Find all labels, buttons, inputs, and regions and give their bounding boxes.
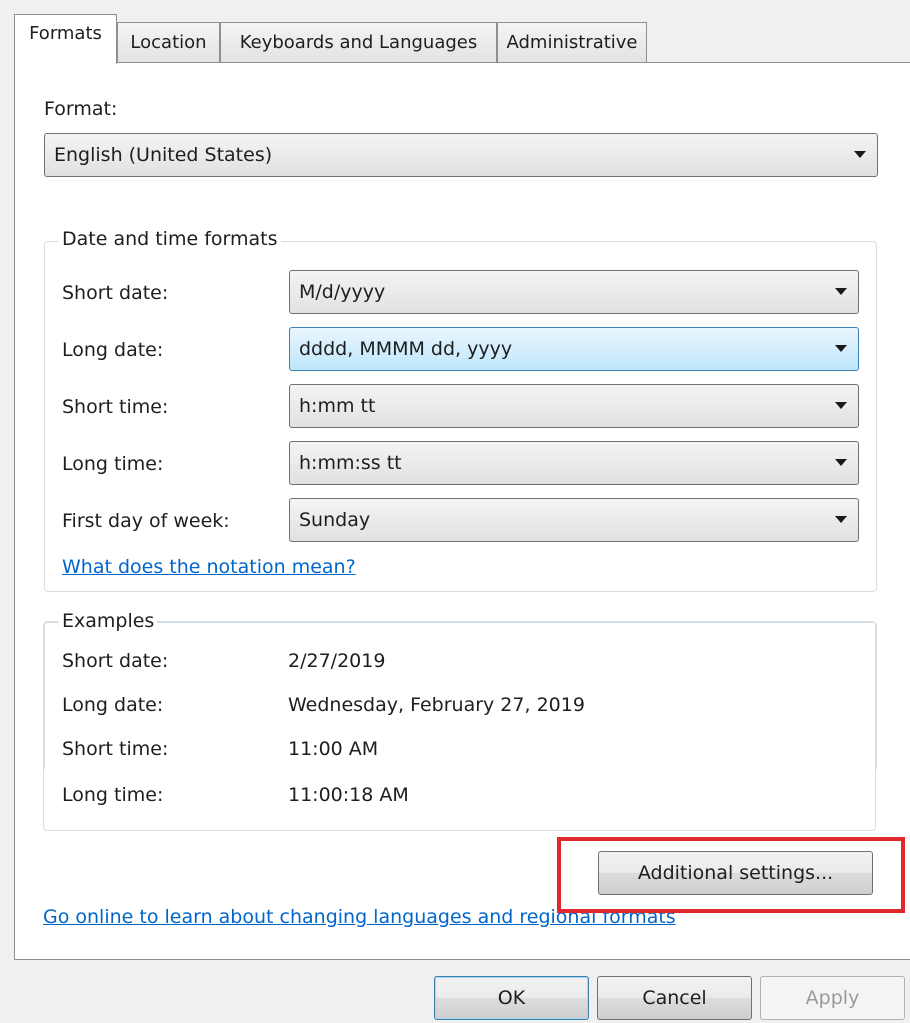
long-time-label: Long time: [62,453,164,475]
first-day-value: Sunday [299,509,371,531]
apply-button[interactable]: Apply [760,976,905,1020]
ok-button[interactable]: OK [434,976,589,1020]
tab-location[interactable]: Location [117,22,220,62]
short-time-dropdown[interactable]: h:mm tt [289,384,859,428]
highlight-box [557,837,905,913]
short-date-label: Short date: [62,282,169,304]
short-time-label: Short time: [62,396,169,418]
examples-title: Examples [59,610,158,632]
chevron-down-icon [835,516,847,523]
short-date-value: M/d/yyyy [299,281,386,303]
long-time-dropdown[interactable]: h:mm:ss tt [289,441,859,485]
chevron-down-icon [835,288,847,295]
example-long-date-label: Long date: [62,694,164,716]
long-time-value: h:mm:ss tt [299,452,402,474]
tab-administrative[interactable]: Administrative [497,22,647,62]
chevron-down-icon [835,459,847,466]
tab-keyboards-and-languages[interactable]: Keyboards and Languages [220,22,497,62]
chevron-down-icon [835,345,847,352]
first-day-dropdown[interactable]: Sunday [289,498,859,542]
chevron-down-icon [835,402,847,409]
format-dropdown[interactable]: English (United States) [44,133,878,177]
example-long-date-value: Wednesday, February 27, 2019 [288,694,585,716]
cancel-button[interactable]: Cancel [597,976,752,1020]
long-date-label: Long date: [62,339,164,361]
format-label: Format: [44,98,118,120]
long-date-dropdown[interactable]: dddd, MMMM dd, yyyy [289,327,859,371]
long-date-value: dddd, MMMM dd, yyyy [299,338,513,360]
tab-formats[interactable]: Formats [14,14,117,64]
example-short-date-value: 2/27/2019 [288,650,386,672]
first-day-label: First day of week: [62,510,230,532]
short-time-value: h:mm tt [299,395,376,417]
example-short-time-label: Short time: [62,738,169,760]
example-short-date-label: Short date: [62,650,169,672]
example-short-time-value: 11:00 AM [288,738,379,760]
short-date-dropdown[interactable]: M/d/yyyy [289,270,859,314]
example-long-time-label: Long time: [62,784,164,806]
notation-help-link[interactable]: What does the notation mean? [62,556,356,578]
example-long-time-value: 11:00:18 AM [288,784,409,806]
format-value: English (United States) [54,144,273,166]
date-time-formats-title: Date and time formats [59,228,281,250]
chevron-down-icon [854,151,866,158]
